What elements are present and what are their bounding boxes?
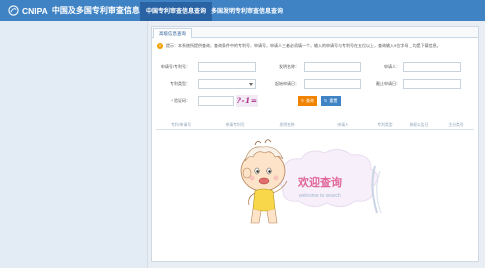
tip-text: 提示：本系统所提供查询，查询条件中的专利号、申请号，申请人三者必须填一个，输入的… — [166, 43, 441, 48]
chevron-down-icon — [249, 83, 253, 86]
nav-tab-china-patent[interactable]: 中国专利审查信息查询 — [140, 2, 213, 21]
column-header[interactable]: 申请人 — [337, 121, 348, 130]
welcome-illustration: 欢迎查询 welcome to search — [240, 139, 382, 224]
welcome-subtitle: welcome to search — [299, 193, 341, 199]
patent-type-select[interactable] — [198, 79, 256, 89]
cnipa-logo-icon — [8, 5, 19, 16]
welcome-title: 欢迎查询 — [297, 175, 342, 189]
child-mascot — [240, 139, 288, 224]
start-date-label: 起始申请日： — [275, 81, 299, 86]
search-button[interactable]: ⚲ 查询 — [298, 96, 317, 106]
start-date-input[interactable] — [304, 79, 361, 89]
column-header[interactable]: 专利类型 — [377, 121, 392, 130]
captcha-label: * 验证码： — [171, 98, 190, 103]
application-no-input[interactable] — [198, 62, 256, 72]
search-tab-strip: 高级信息查询 — [152, 27, 478, 38]
search-button-label: 查询 — [305, 98, 314, 103]
reset-button-label: 重置 — [329, 98, 338, 103]
nav-tab-multinational-patent[interactable]: 多国发明专利审查信息查询 — [205, 2, 289, 21]
result-table-header: 专利/申请号 申请专利号 发明名称 申请人 专利类型 授权公告日 主分类号 — [156, 121, 474, 130]
invention-name-label: 发明名称： — [279, 64, 299, 69]
column-header[interactable]: 发明名称 — [279, 121, 294, 130]
reset-button[interactable]: ↻ 重置 — [321, 96, 341, 106]
logo[interactable]: CNIPA 中国及多国专利审查信息查询 — [8, 3, 156, 18]
column-header[interactable]: 专利/申请号 — [171, 121, 191, 130]
top-bar: CNIPA 中国及多国专利审查信息查询 中国专利审查信息查询 多国发明专利审查信… — [0, 0, 485, 21]
application-no-label: 申请号/专利号： — [160, 64, 190, 69]
tip-bar: ! 提示：本系统所提供查询，查询条件中的专利号、申请号，申请人三者必须填一个，输… — [157, 42, 441, 50]
applicant-label: 申请人： — [384, 64, 400, 69]
captcha-image[interactable]: ?-1= — [236, 95, 258, 107]
column-header[interactable]: 申请专利号 — [226, 121, 245, 130]
end-date-label: 截止申请日： — [376, 81, 400, 86]
invention-name-input[interactable] — [304, 62, 361, 72]
tab-advanced-search[interactable]: 高级信息查询 — [153, 28, 192, 38]
end-date-input[interactable] — [403, 79, 461, 89]
column-header[interactable]: 授权公告日 — [410, 121, 429, 130]
warning-icon: ! — [157, 43, 163, 49]
captcha-input[interactable] — [198, 96, 234, 106]
refresh-icon: ↻ — [324, 98, 328, 103]
applicant-input[interactable] — [403, 62, 461, 72]
search-icon: ⚲ — [301, 98, 304, 103]
patent-type-label: 专利类型： — [170, 81, 190, 86]
side-panel — [0, 21, 148, 268]
logo-text: CNIPA — [22, 5, 48, 16]
column-header[interactable]: 主分类号 — [448, 121, 463, 130]
